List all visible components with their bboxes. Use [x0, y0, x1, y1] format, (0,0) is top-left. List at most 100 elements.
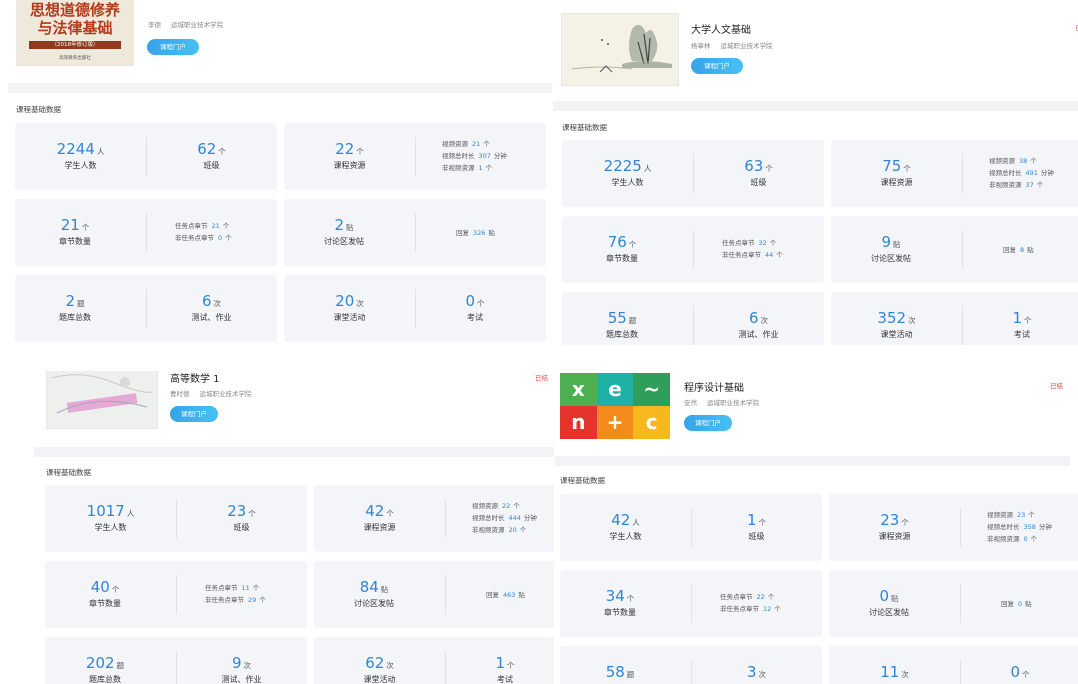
stats-grid-1: 2225 人 学生人数 63 个 班级 75 个 课程资源 视频资源 38 个视频总时长 4… [562, 140, 1078, 345]
section-title: 课程基础数据 [560, 476, 605, 485]
detail-nontask_ch: 非任务点章节 0 个 [175, 234, 232, 242]
stat-resources-value: 22 [335, 140, 355, 158]
stat-students-value: 2244 [56, 140, 95, 158]
course-panel-3: x e ~ n + c 程序设计基础 安然 运城职业技术学院 课程门户 已结 课程… [555, 364, 1078, 684]
stat-classes-unit: 个 [765, 164, 773, 173]
detail-nonvideo: 非视频资源 20 个 [472, 526, 527, 534]
stat-classes-label: 班级 [233, 523, 250, 532]
stats-grid-0: 2244 人 学生人数 62 个 班级 22 个 课程资源 视频资源 21 个视频总时长 3… [15, 123, 546, 342]
stat-tests-value: 6 [748, 309, 759, 327]
stat-chapters-value: 40 [90, 578, 110, 596]
card-resources: 75 个 课程资源 视频资源 38 个视频总时长 491 分钟 非视频资源 37 个 [831, 140, 1078, 207]
stat-bank-label: 题库总数 [606, 330, 638, 339]
stat-activities: 20 次 课堂活动 [284, 275, 415, 342]
section-separator [34, 447, 554, 457]
school-name: 运城职业技术学院 [720, 42, 773, 50]
logo-tile-green2: ~ [633, 373, 670, 406]
card-bank-tests: 58题 题库总数 3次 测试、作业 [560, 646, 822, 684]
detail-task_ch: 任务点章节 11 个 [205, 584, 260, 592]
stat-resources: 22 个 课程资源 [284, 123, 415, 190]
status-badge: 已结 [535, 374, 548, 382]
stat-discussion-label: 讨论区发帖 [354, 599, 394, 608]
detail-video_dur: 视频总时长 307 分钟 [442, 152, 507, 160]
stat-classes-value: 23 [227, 502, 247, 520]
stat-students-label: 学生人数 [94, 523, 127, 532]
stat-tests: 3次 测试、作业 [691, 646, 822, 684]
detail-video: 视频资源 22 个 [472, 502, 520, 510]
stat-activities-unit: 次 [901, 670, 909, 679]
stat-classes: 62 个 班级 [146, 123, 277, 190]
card-activities-exam: 62 次 课堂活动 1个 考试 [314, 637, 554, 684]
detail-nonvideo: 非视频资源 0 个 [987, 535, 1038, 543]
section-separator [555, 456, 1070, 466]
course-title: 程序设计基础 [684, 383, 744, 394]
stat-exam: 1个 考试 [962, 292, 1078, 345]
stat-exam: 0个 考试 [415, 275, 535, 342]
detail-nonvideo: 非视频资源 37 个 [989, 181, 1044, 189]
course-portal-button[interactable]: 课程门户 [691, 58, 743, 74]
stat-students: 42 人 学生人数 [560, 494, 691, 561]
stat-activities: 11次 课堂活动 [829, 646, 960, 684]
school-name: 运城职业技术学院 [707, 399, 759, 407]
teacher-name: 安然 [684, 399, 697, 407]
stat-discussion-value: 9 [881, 233, 892, 251]
stat-chapters-label: 章节数量 [604, 608, 636, 617]
card-chapters: 21 个 章节数量 任务点章节 21 个非任务点章节 0 个 [15, 199, 277, 266]
stat-discussion: 84 贴 讨论区发帖 [314, 561, 434, 628]
stat-chapters-unit: 个 [111, 585, 120, 594]
detail-nontask_ch: 非任务点章节 44 个 [722, 251, 783, 259]
stat-discussion-unit: 贴 [893, 240, 901, 249]
stat-discussion: 9贴 讨论区发帖 [831, 216, 951, 283]
stat-classes: 63 个 班级 [693, 140, 824, 207]
card-chapters: 40 个 章节数量 任务点章节 11 个非任务点章节 29 个 [45, 561, 307, 628]
stat-classes-label: 班级 [203, 161, 220, 170]
stat-bank: 2题 题库总数 [15, 275, 135, 342]
stat-activities-value: 11 [880, 663, 900, 681]
stat-tests-value: 6 [201, 292, 212, 310]
card-discussion: 2贴 讨论区发帖 回复 326 贴 [284, 199, 546, 266]
stat-resources-unit: 个 [901, 518, 909, 527]
section-title: 课程基础数据 [16, 105, 61, 114]
stat-activities: 62 次 课堂活动 [314, 637, 445, 684]
stat-students-label: 学生人数 [609, 532, 642, 541]
stat-tests-label: 测试、作业 [221, 675, 262, 684]
stat-chapters-label: 章节数量 [89, 599, 121, 608]
course-panel-1: 大学人文基础 杨章林运城职业技术学院 课程门户 已 课程基础数据 2225人 学… [553, 0, 1078, 345]
stat-bank: 55 题 题库总数 [562, 292, 682, 345]
stat-bank-label: 题库总数 [59, 313, 91, 322]
stat-tests-unit: 次 [243, 661, 252, 670]
stat-classes-unit: 个 [758, 518, 767, 527]
stat-exam: 0个 考试 [960, 646, 1078, 684]
card-discussion: 0贴 讨论区发帖 回复 0 贴 [829, 570, 1078, 637]
card-students-classes: 2244 人 学生人数 62 个 班级 [15, 123, 277, 190]
stat-tests: 6次 测试、作业 [693, 292, 824, 345]
stat-resources: 23 个 课程资源 [829, 494, 960, 561]
stat-chapters: 34 个 章节数量 [560, 570, 680, 637]
stat-chapters-unit: 个 [628, 240, 637, 249]
detail-nontask_ch: 非任务点章节 29 个 [205, 596, 266, 604]
stat-discussion-label: 讨论区发帖 [871, 254, 911, 263]
stat-exam-label: 考试 [467, 313, 483, 322]
card-resources: 23 个 课程资源 视频资源 23 个视频总时长 358 分钟 非视频资源 0 个 [829, 494, 1078, 561]
course-portal-button[interactable]: 课程门户 [684, 415, 732, 431]
stat-discussion-value: 2 [334, 216, 345, 234]
logo-tile-orange: + [596, 406, 634, 439]
cover-edition-label: （2018年修订版） [29, 41, 121, 49]
detail-nonvideo: 非视频资源 1 个 [442, 164, 493, 172]
detail-task_ch: 任务点章节 32 个 [722, 239, 777, 247]
section-title: 课程基础数据 [562, 123, 607, 132]
stat-exam-label: 考试 [497, 675, 513, 684]
card-bank-tests: 2题 题库总数 6次 测试、作业 [15, 275, 277, 342]
section-separator [553, 101, 1078, 111]
course-portal-button[interactable]: 课程门户 [147, 39, 199, 55]
stat-activities-unit: 次 [386, 661, 394, 670]
school-name: 运城职业技术学院 [171, 21, 223, 29]
school-name: 运城职业技术学院 [199, 390, 252, 398]
detail-reply: 回复 326 贴 [456, 229, 495, 237]
teacher-name: 杨章林 [691, 42, 711, 50]
course-portal-button[interactable]: 课程门户 [170, 406, 218, 422]
stat-classes: 23 个 班级 [176, 485, 307, 552]
detail-reply: 回复 463 贴 [486, 591, 525, 599]
stat-activities-value: 20 [335, 292, 355, 310]
stat-resources-unit: 个 [386, 509, 394, 518]
